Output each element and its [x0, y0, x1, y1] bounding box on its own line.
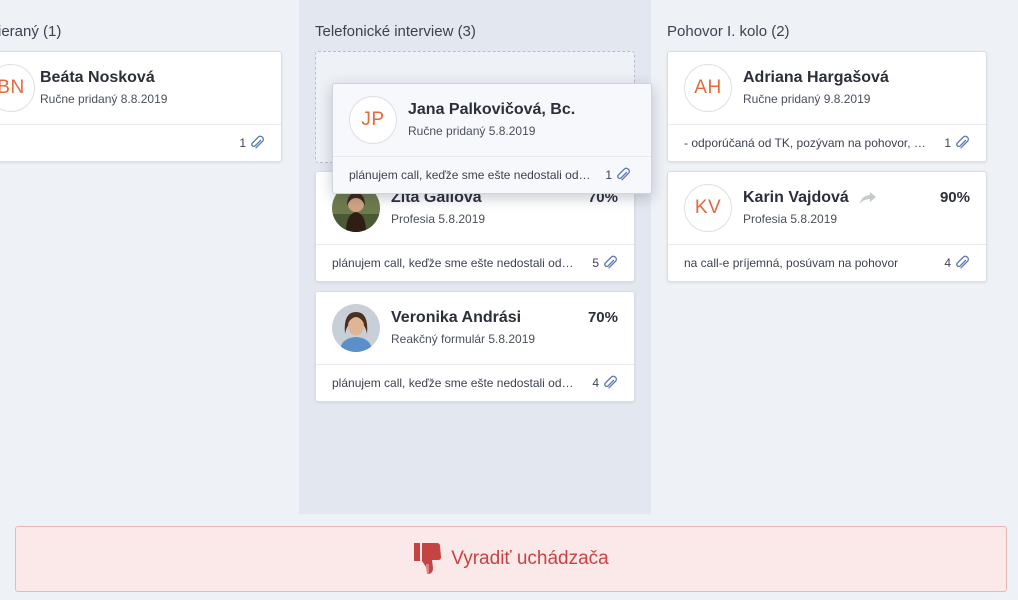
paperclip-icon — [956, 135, 969, 149]
candidate-card-karin[interactable]: KV Karin Vajdová Profesia 5.8.2019 90% n… — [667, 171, 987, 282]
candidate-source: Ručne pridaný 9.8.2019 — [743, 92, 871, 106]
candidate-name[interactable]: Adriana Hargašová — [743, 69, 889, 87]
candidate-card-adriana[interactable]: AH Adriana Hargašová Ručne pridaný 9.8.2… — [667, 51, 987, 162]
avatar: KV — [684, 184, 732, 232]
paperclip-icon — [251, 135, 264, 149]
candidate-note: plánujem call, keďže sme ešte nedostali … — [349, 168, 594, 182]
thumbs-down-icon — [414, 543, 442, 574]
paperclip-icon — [604, 255, 617, 269]
forward-arrow-icon — [860, 191, 877, 204]
candidate-note: plánujem call, keďže sme ešte nedostali … — [332, 376, 577, 390]
column-title-interview-round-1: Pohovor I. kolo (2) — [667, 23, 790, 40]
candidate-name[interactable]: Beáta Nosková — [40, 69, 155, 87]
column-title-screened: ieraný (1) — [0, 23, 62, 40]
avatar: JP — [349, 96, 397, 144]
candidate-card-veronika[interactable]: Veronika Andrási Reakčný formulár 5.8.20… — [315, 291, 635, 402]
candidate-note: plánujem call, keďže sme ešte nedostali … — [332, 256, 577, 270]
candidate-source: Profesia 5.8.2019 — [391, 212, 486, 226]
match-percent: 90% — [939, 189, 970, 206]
match-percent: 70% — [587, 309, 618, 326]
avatar: AH — [684, 64, 732, 112]
avatar-photo — [332, 304, 380, 352]
candidate-card-beata[interactable]: BN Beáta Nosková Ručne pridaný 8.8.2019 … — [0, 51, 282, 162]
attachments-count[interactable]: 1 — [944, 135, 970, 151]
paperclip-icon — [604, 375, 617, 389]
reject-label: Vyradiť uchádzača — [451, 548, 609, 569]
avatar: BN — [0, 64, 35, 112]
candidate-name[interactable]: Jana Palkovičová, Bc. — [408, 101, 575, 119]
paperclip-icon — [617, 167, 630, 181]
candidate-source: Ručne pridaný 5.8.2019 — [408, 124, 536, 138]
candidate-source: Reakčný formulár 5.8.2019 — [391, 332, 536, 346]
attachments-count[interactable]: 1 — [239, 135, 265, 151]
attachments-count[interactable]: 5 — [592, 255, 618, 271]
paperclip-icon — [956, 255, 969, 269]
candidate-source: Ručne pridaný 8.8.2019 — [40, 92, 168, 106]
attachments-count[interactable]: 4 — [944, 255, 970, 271]
candidate-name[interactable]: Karin Vajdová — [743, 189, 849, 206]
attachments-count[interactable]: 1 — [605, 167, 631, 183]
attachments-count[interactable]: 4 — [592, 375, 618, 391]
candidate-note: na call-e príjemná, posúvam na pohovor — [684, 256, 899, 270]
avatar — [332, 304, 380, 352]
candidate-card-jana-dragging[interactable]: JP Jana Palkovičová, Bc. Ručne pridaný 5… — [332, 83, 652, 194]
candidate-name-row: Karin Vajdová — [743, 189, 877, 207]
reject-candidate-dropzone[interactable]: Vyradiť uchádzača — [15, 526, 1007, 592]
candidate-source: Profesia 5.8.2019 — [743, 212, 838, 226]
candidate-name[interactable]: Veronika Andrási — [391, 309, 521, 327]
column-title-phone-interview: Telefonické interview (3) — [315, 23, 476, 40]
candidate-note: - odporúčaná od TK, pozývam na pohovor, … — [684, 136, 929, 150]
